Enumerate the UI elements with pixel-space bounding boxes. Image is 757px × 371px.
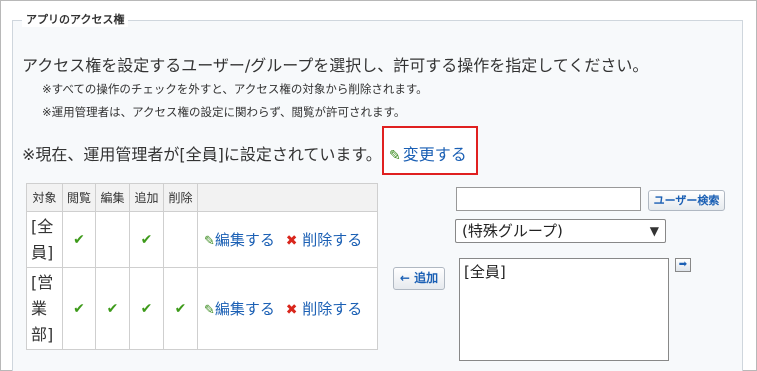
col-delete: 削除 <box>163 183 198 212</box>
row-target: [全員] <box>26 211 63 268</box>
note-admin: ※運用管理者は、アクセス権の設定に関わらず、閲覧が許可されます。 <box>42 105 406 119</box>
pencil-icon: ✎ <box>204 234 215 249</box>
check-icon: ✔ <box>140 300 153 317</box>
delete-row-link[interactable]: ✖ 削除する <box>286 300 363 318</box>
col-edit: 編集 <box>95 183 130 212</box>
cell-edit <box>95 211 130 268</box>
pencil-icon: ✎ <box>389 148 401 164</box>
row-target: [営業部] <box>26 267 63 350</box>
edit-row-link[interactable]: ✎編集する <box>204 231 275 249</box>
pencil-icon: ✎ <box>204 303 215 318</box>
change-admin-label: 変更する <box>402 145 467 164</box>
col-target: 対象 <box>26 183 63 212</box>
access-table: 対象 閲覧 編集 追加 削除 [全員] ✔ ✔ ✎編集する ✖ 削除する [営業… <box>26 183 378 350</box>
cell-add: ✔ <box>129 267 164 350</box>
candidate-listbox[interactable]: [全員] <box>459 258 669 361</box>
col-add: 追加 <box>129 183 164 212</box>
list-item[interactable]: [全員] <box>464 261 664 282</box>
cell-delete <box>163 211 198 268</box>
cell-view: ✔ <box>62 267 96 350</box>
user-search-button[interactable]: ユーザー検索 <box>648 190 725 211</box>
check-icon: ✔ <box>73 231 85 248</box>
delete-row-link[interactable]: ✖ 削除する <box>286 231 363 249</box>
add-button[interactable]: ← 追加 <box>393 267 445 290</box>
x-icon: ✖ <box>285 233 298 249</box>
col-actions <box>197 183 378 212</box>
x-icon: ✖ <box>285 302 298 318</box>
table-row: [営業部] ✔ ✔ ✔ ✔ ✎編集する ✖ 削除する <box>26 267 378 350</box>
table-header-row: 対象 閲覧 編集 追加 削除 <box>26 183 378 212</box>
cell-view: ✔ <box>62 211 96 268</box>
group-select[interactable]: (特殊グループ) ▼ <box>455 219 666 243</box>
col-view: 閲覧 <box>62 183 96 212</box>
cell-edit: ✔ <box>95 267 130 350</box>
note-uncheck: ※すべての操作のチェックを外すと、アクセス権の対象から削除されます。 <box>42 82 428 96</box>
row-actions: ✎編集する ✖ 削除する <box>197 267 378 350</box>
edit-row-link[interactable]: ✎編集する <box>204 300 275 318</box>
check-icon: ✔ <box>106 300 119 317</box>
instruction-text: アクセス権を設定するユーザー/グループを選択し、許可する操作を指定してください。 <box>22 56 649 75</box>
check-icon: ✔ <box>174 300 187 317</box>
chevron-down-icon: ▼ <box>649 224 659 238</box>
change-admin-link[interactable]: ✎ 変更する <box>389 141 467 165</box>
admin-status-text: ※現在、運用管理者が[全員]に設定されています。 <box>22 145 382 164</box>
check-icon: ✔ <box>73 300 85 317</box>
arrow-right-icon[interactable]: ➡ <box>675 258 691 272</box>
row-actions: ✎編集する ✖ 削除する <box>197 211 378 268</box>
cell-add: ✔ <box>129 211 164 268</box>
table-row: [全員] ✔ ✔ ✎編集する ✖ 削除する <box>26 211 378 268</box>
check-icon: ✔ <box>140 231 153 248</box>
section-legend: アプリのアクセス権 <box>22 11 129 27</box>
cell-delete: ✔ <box>163 267 198 350</box>
user-search-input[interactable] <box>456 187 641 211</box>
